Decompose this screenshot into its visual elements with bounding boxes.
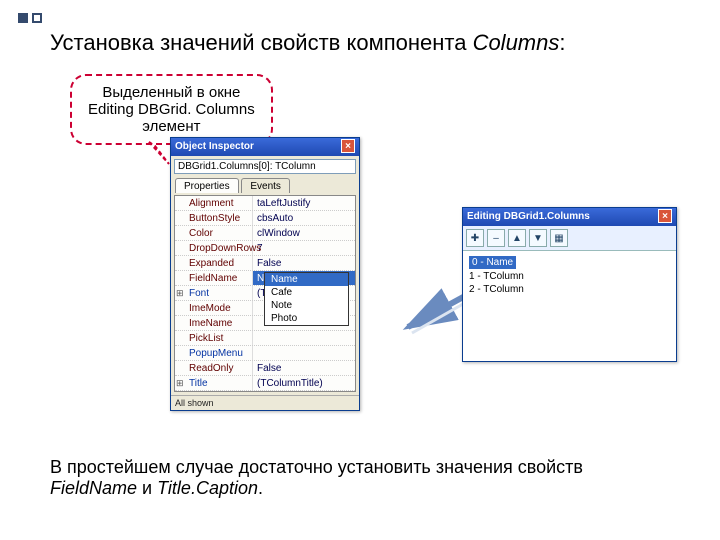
slide-bullets [18, 10, 46, 28]
footer-end: . [258, 478, 263, 498]
editor-titlebar[interactable]: Editing DBGrid1.Columns × [463, 208, 676, 226]
property-value[interactable]: False [253, 361, 355, 375]
property-row[interactable]: Title(TColumnTitle) [175, 376, 355, 391]
edit-button[interactable]: ▦ [550, 229, 568, 247]
columns-list[interactable]: 0 - Name1 - TColumn2 - TColumn [463, 251, 676, 361]
property-row[interactable]: ColorclWindow [175, 226, 355, 241]
move-down-button[interactable]: ▼ [529, 229, 547, 247]
page-title: Установка значений свойств компонента Co… [50, 30, 670, 56]
title-italic: Columns [473, 30, 560, 55]
footer-text: В простейшем случае достаточно установит… [50, 457, 670, 499]
component-selector[interactable]: DBGrid1.Columns[0]: TColumn [174, 159, 356, 174]
footer-seg1: В простейшем случае достаточно установит… [50, 457, 583, 477]
footer-field2: Title.Caption [157, 478, 258, 498]
inspector-title: Object Inspector [175, 138, 254, 156]
property-name: Color [175, 226, 253, 240]
property-row[interactable]: PopupMenu [175, 346, 355, 361]
list-item[interactable]: 2 - TColumn [469, 283, 670, 296]
property-row[interactable]: DropDownRows7 [175, 241, 355, 256]
property-row[interactable]: ButtonStylecbsAuto [175, 211, 355, 226]
close-icon[interactable]: × [658, 209, 672, 223]
property-value[interactable]: clWindow [253, 226, 355, 240]
property-value[interactable] [253, 346, 355, 360]
property-name: ReadOnly [175, 361, 253, 375]
property-value[interactable] [253, 331, 355, 345]
dropdown-option[interactable]: Photo [265, 312, 348, 325]
tab-events[interactable]: Events [241, 178, 290, 193]
property-row[interactable]: ReadOnlyFalse [175, 361, 355, 376]
callout-line1: Выделенный в окне [88, 84, 255, 101]
property-row[interactable]: ExpandedFalse [175, 256, 355, 271]
editor-toolbar: ✚ – ▲ ▼ ▦ [463, 226, 676, 251]
property-name: DropDownRows [175, 241, 253, 255]
footer-field1: FieldName [50, 478, 137, 498]
footer-mid: и [137, 478, 157, 498]
add-button[interactable]: ✚ [466, 229, 484, 247]
dropdown-option[interactable]: Name [265, 273, 348, 286]
callout-line3: элемент [88, 118, 255, 135]
list-item[interactable]: 0 - Name [469, 255, 670, 270]
move-up-button[interactable]: ▲ [508, 229, 526, 247]
delete-button[interactable]: – [487, 229, 505, 247]
property-value[interactable]: taLeftJustify [253, 196, 355, 210]
inspector-statusbar: All shown [171, 395, 359, 410]
property-name: FieldName [175, 271, 253, 285]
property-name: ImeMode [175, 301, 253, 315]
title-pre: Установка значений свойств компонента [50, 30, 473, 55]
property-name: Font [175, 286, 253, 300]
callout-line2: Editing DBGrid. Columns [88, 101, 255, 118]
tab-properties[interactable]: Properties [175, 178, 239, 193]
close-icon[interactable]: × [341, 139, 355, 153]
property-name: ImeName [175, 316, 253, 330]
property-name: Title [175, 376, 253, 390]
property-name: Alignment [175, 196, 253, 210]
title-post: : [559, 30, 565, 55]
property-value[interactable]: 7 [253, 241, 355, 255]
editor-title: Editing DBGrid1.Columns [467, 208, 590, 226]
property-row[interactable]: AlignmenttaLeftJustify [175, 196, 355, 211]
inspector-titlebar[interactable]: Object Inspector × [171, 138, 359, 156]
property-value[interactable]: (TColumnTitle) [253, 376, 355, 390]
columns-editor-window: Editing DBGrid1.Columns × ✚ – ▲ ▼ ▦ 0 - … [462, 207, 677, 362]
callout-box: Выделенный в окне Editing DBGrid. Column… [70, 74, 273, 145]
property-name: Expanded [175, 256, 253, 270]
property-value[interactable]: cbsAuto [253, 211, 355, 225]
property-name: PickList [175, 331, 253, 345]
property-name: PopupMenu [175, 346, 253, 360]
dropdown-option[interactable]: Note [265, 299, 348, 312]
property-row[interactable]: PickList [175, 331, 355, 346]
property-value[interactable]: False [253, 256, 355, 270]
list-item[interactable]: 1 - TColumn [469, 270, 670, 283]
object-inspector-window: Object Inspector × DBGrid1.Columns[0]: T… [170, 137, 360, 411]
dropdown-option[interactable]: Cafe [265, 286, 348, 299]
property-name: ButtonStyle [175, 211, 253, 225]
fieldname-dropdown[interactable]: NameCafeNotePhoto [264, 272, 349, 326]
